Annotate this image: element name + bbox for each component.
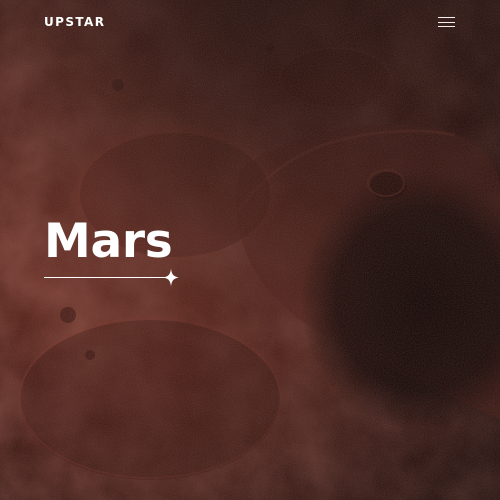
sparkle-star-icon bbox=[163, 268, 179, 287]
brand-logo[interactable]: UPSTAR bbox=[44, 14, 105, 30]
hero-title: Mars bbox=[44, 214, 173, 269]
menu-button[interactable] bbox=[432, 12, 462, 32]
site-header: UPSTAR bbox=[0, 0, 500, 44]
landing-page: UPSTAR Mars bbox=[0, 0, 500, 500]
title-divider bbox=[44, 268, 179, 287]
